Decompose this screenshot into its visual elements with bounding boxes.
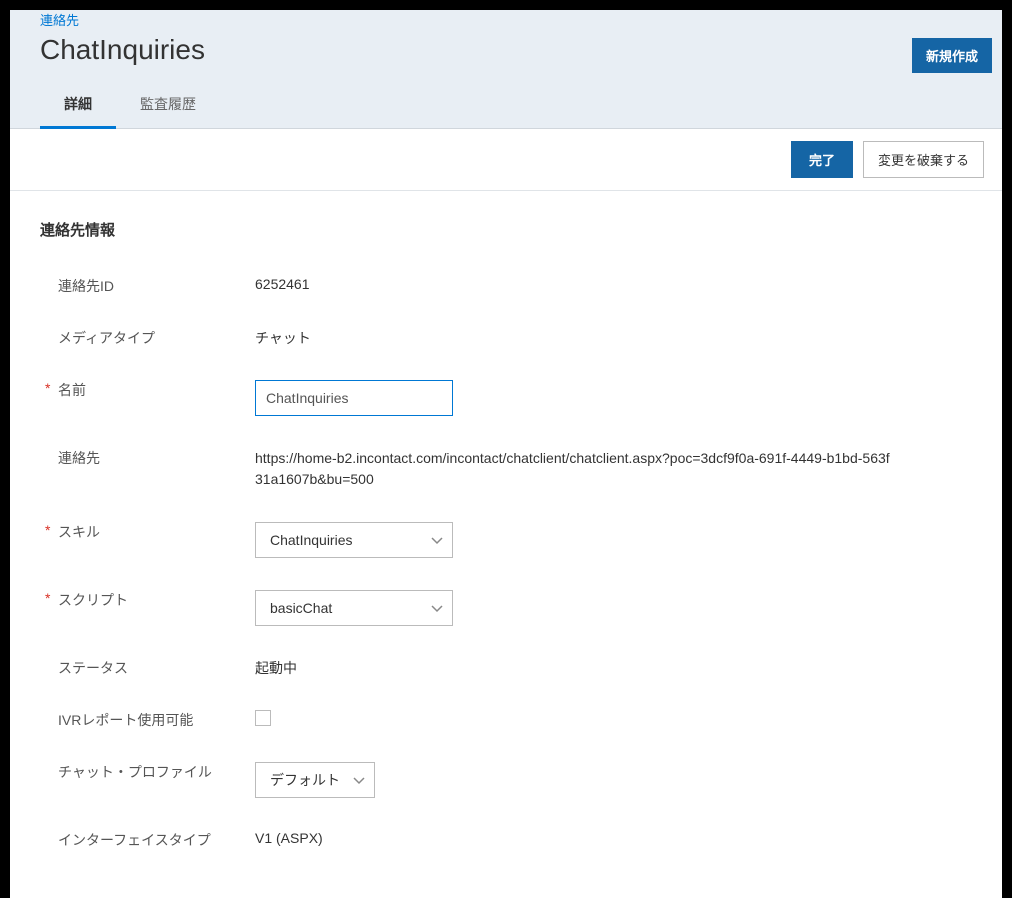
- contact-label: 連絡先: [40, 444, 255, 468]
- field-contact: 連絡先 https://home-b2.incontact.com/incont…: [40, 444, 972, 490]
- name-input[interactable]: [255, 380, 453, 416]
- skill-select[interactable]: ChatInquiries: [255, 522, 453, 558]
- tab-details[interactable]: 詳細: [40, 84, 116, 129]
- breadcrumb[interactable]: 連絡先: [10, 0, 79, 28]
- field-ivr-report: IVRレポート使用可能: [40, 706, 972, 730]
- name-label: 名前: [40, 376, 255, 400]
- chat-profile-select[interactable]: デフォルト: [255, 762, 375, 798]
- section-title: 連絡先情報: [40, 219, 972, 240]
- ivr-report-label: IVRレポート使用可能: [40, 706, 255, 730]
- tab-audit-history[interactable]: 監査履歴: [116, 84, 220, 128]
- script-label: スクリプト: [40, 586, 255, 610]
- action-bar: 完了 変更を破棄する: [10, 129, 1002, 191]
- done-button[interactable]: 完了: [791, 141, 853, 178]
- media-type-label: メディアタイプ: [40, 324, 255, 348]
- content-panel: 連絡先情報 連絡先ID 6252461 メディアタイプ チャット 名前 連絡先 …: [10, 191, 1002, 898]
- field-name: 名前: [40, 376, 972, 416]
- field-contact-id: 連絡先ID 6252461: [40, 272, 972, 296]
- script-select[interactable]: basicChat: [255, 590, 453, 626]
- contact-id-value: 6252461: [255, 272, 895, 292]
- discard-changes-button[interactable]: 変更を破棄する: [863, 141, 984, 178]
- create-new-button[interactable]: 新規作成: [912, 38, 992, 73]
- skill-select-value: ChatInquiries: [270, 532, 353, 548]
- interface-type-label: インターフェイスタイプ: [40, 826, 255, 850]
- interface-type-value: V1 (ASPX): [255, 826, 895, 846]
- tabs: 詳細 監査履歴: [10, 66, 1002, 129]
- media-type-value: チャット: [255, 324, 895, 348]
- field-skill: スキル ChatInquiries: [40, 518, 972, 558]
- status-value: 起動中: [255, 654, 895, 678]
- field-chat-profile: チャット・プロファイル デフォルト: [40, 758, 972, 798]
- page-container: 連絡先 ChatInquiries 新規作成 詳細 監査履歴 完了 変更を破棄す…: [10, 10, 1002, 794]
- skill-label: スキル: [40, 518, 255, 542]
- field-script: スクリプト basicChat: [40, 586, 972, 626]
- page-title: ChatInquiries: [10, 30, 1002, 66]
- field-media-type: メディアタイプ チャット: [40, 324, 972, 348]
- contact-id-label: 連絡先ID: [40, 272, 255, 296]
- ivr-report-checkbox[interactable]: [255, 710, 271, 726]
- script-select-value: basicChat: [270, 600, 332, 616]
- chat-profile-select-value: デフォルト: [270, 770, 340, 790]
- status-label: ステータス: [40, 654, 255, 678]
- chat-profile-label: チャット・プロファイル: [40, 758, 255, 782]
- field-interface-type: インターフェイスタイプ V1 (ASPX): [40, 826, 972, 850]
- field-status: ステータス 起動中: [40, 654, 972, 678]
- contact-value: https://home-b2.incontact.com/incontact/…: [255, 444, 895, 490]
